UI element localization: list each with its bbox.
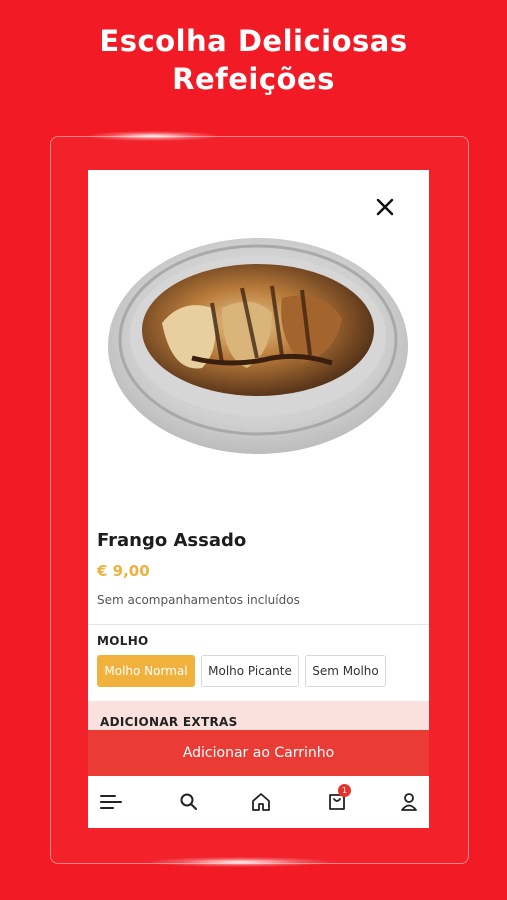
product-price: € 9,00 bbox=[97, 562, 150, 580]
home-icon bbox=[252, 793, 270, 811]
sauce-option-spicy[interactable]: Molho Picante bbox=[201, 655, 299, 687]
nav-profile[interactable] bbox=[397, 790, 421, 814]
product-screen: Frango Assado € 9,00 Sem acompanhamentos… bbox=[88, 170, 429, 828]
nav-cart[interactable]: 1 bbox=[325, 784, 351, 814]
close-button[interactable] bbox=[373, 195, 397, 219]
frame-bottom-glow bbox=[150, 857, 330, 867]
close-icon bbox=[376, 198, 394, 216]
nav-home[interactable] bbox=[249, 790, 273, 814]
headline-line-2: Refeições bbox=[172, 62, 335, 96]
sauce-option-none[interactable]: Sem Molho bbox=[305, 655, 386, 687]
cart-badge: 1 bbox=[338, 784, 351, 797]
frame-top-glow bbox=[88, 131, 218, 141]
headline: Escolha Deliciosas Refeições bbox=[0, 22, 507, 98]
sauce-option-normal[interactable]: Molho Normal bbox=[97, 655, 195, 687]
add-to-cart-button[interactable]: Adicionar ao Carrinho bbox=[88, 730, 429, 776]
nav-menu[interactable] bbox=[99, 790, 123, 814]
headline-line-1: Escolha Deliciosas bbox=[99, 24, 408, 58]
extras-heading: ADICIONAR EXTRAS bbox=[100, 715, 238, 729]
product-image bbox=[108, 238, 408, 454]
profile-icon bbox=[401, 793, 417, 811]
product-description: Sem acompanhamentos incluídos bbox=[97, 593, 300, 607]
search-icon bbox=[180, 793, 197, 810]
bottom-nav: 1 bbox=[88, 776, 429, 828]
sauce-heading: MOLHO bbox=[97, 634, 149, 648]
nav-search[interactable] bbox=[177, 790, 201, 814]
product-name: Frango Assado bbox=[97, 530, 247, 551]
divider bbox=[88, 624, 429, 625]
menu-icon bbox=[100, 795, 122, 809]
